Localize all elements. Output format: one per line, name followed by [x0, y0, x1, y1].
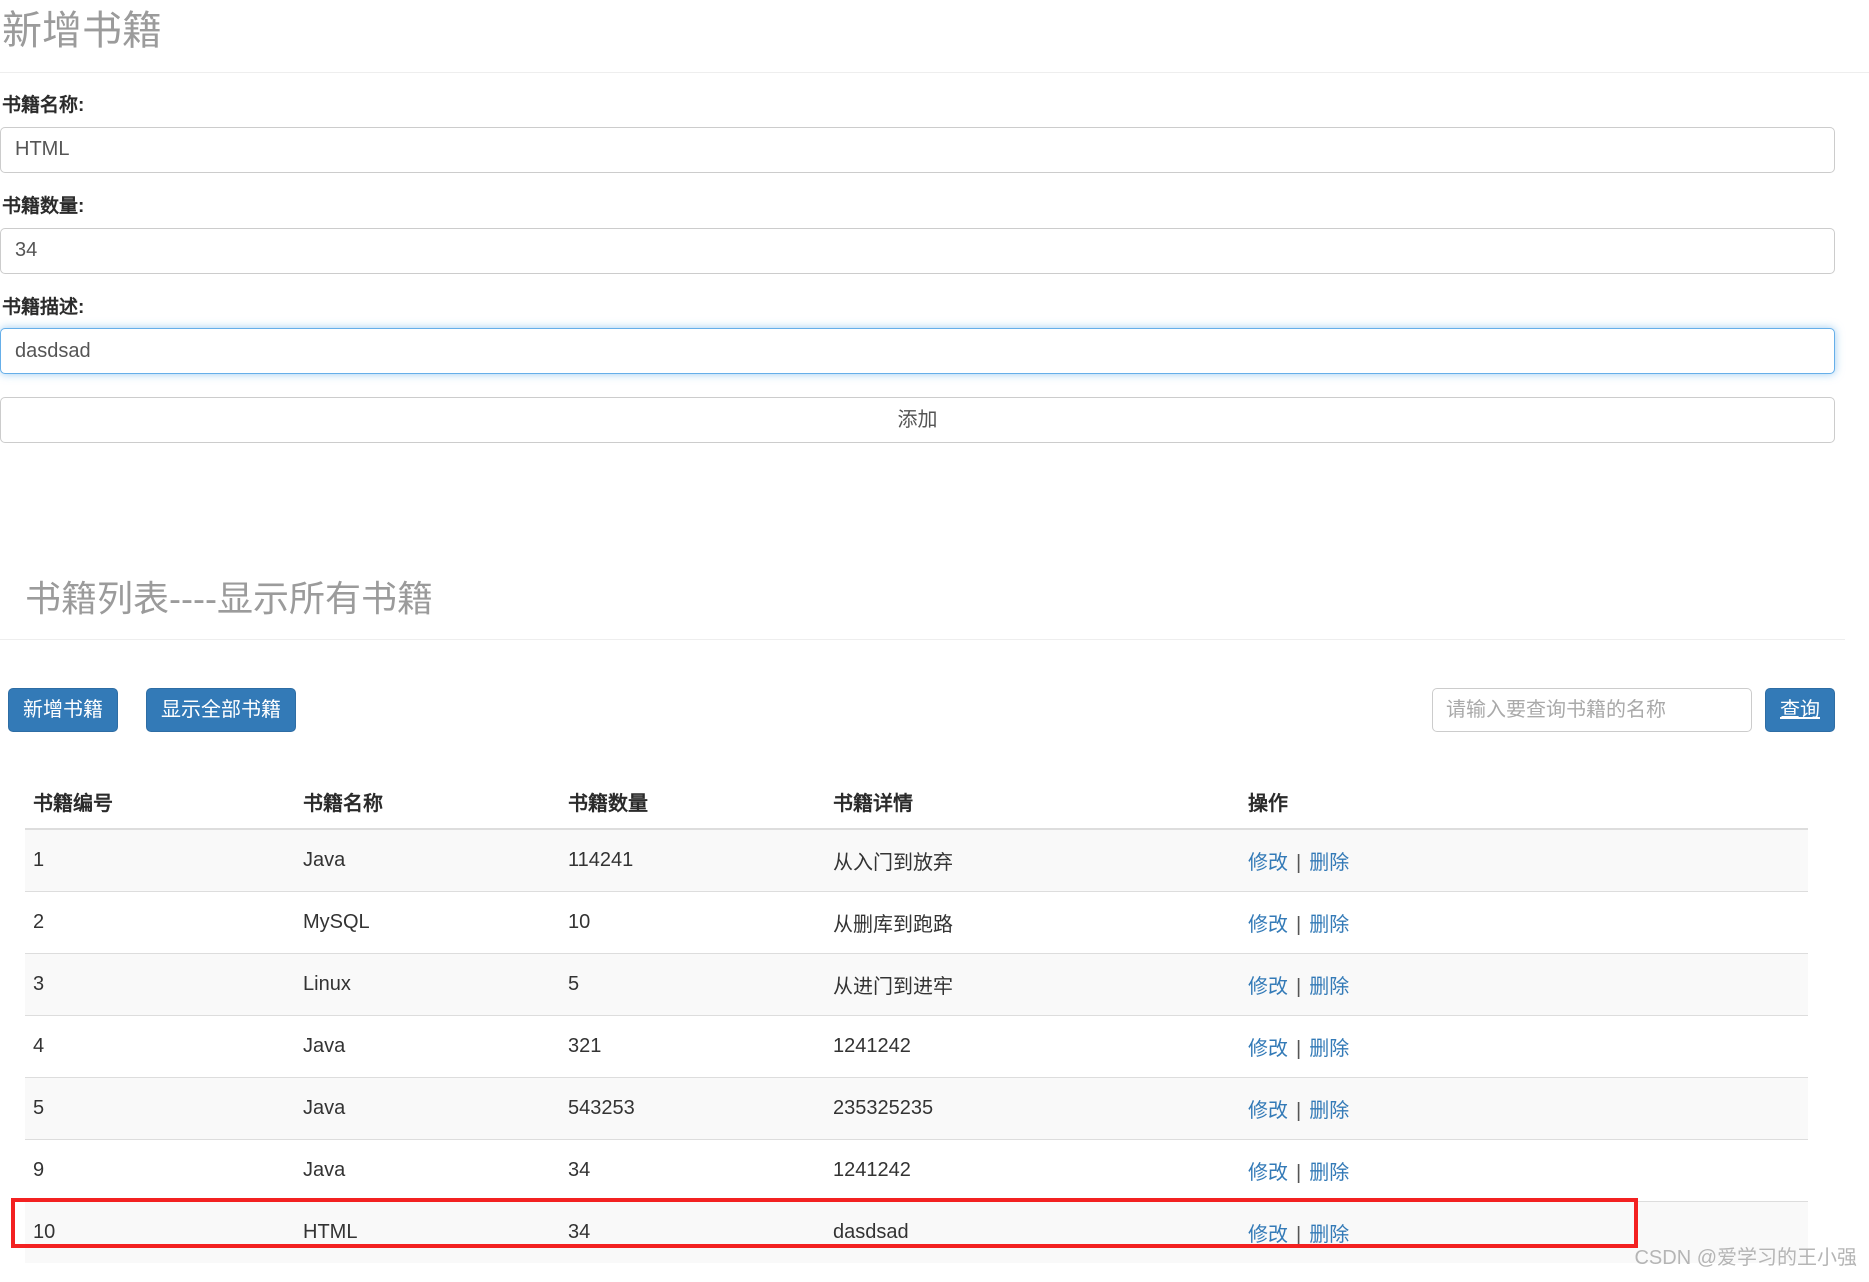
cell-operations: 修改 | 删除	[1240, 828, 1808, 892]
cell-book-name: Java	[295, 828, 560, 892]
column-header-ops: 操作	[1240, 778, 1808, 830]
add-submit-button[interactable]	[0, 397, 1835, 444]
delete-book-link[interactable]: 删除	[1309, 852, 1349, 874]
cell-book-id: 5	[25, 1077, 295, 1140]
cell-book-id: 1	[25, 828, 295, 892]
edit-book-link[interactable]: 修改	[1248, 976, 1288, 998]
cell-book-qty: 543253	[560, 1077, 825, 1140]
book-quantity-label: 书籍数量:	[2, 195, 85, 217]
delete-book-link[interactable]: 删除	[1309, 1038, 1349, 1060]
edit-book-link[interactable]: 修改	[1248, 914, 1288, 936]
operations-separator: |	[1296, 1162, 1302, 1184]
watermark: CSDN @爱学习的王小强	[1634, 1247, 1857, 1269]
search-group: 查询	[1432, 688, 1835, 732]
add-book-form: 书籍名称: 书籍数量: 书籍描述:	[0, 95, 1845, 444]
cell-book-name: MySQL	[295, 891, 560, 954]
edit-book-link[interactable]: 修改	[1248, 852, 1288, 874]
book-quantity-input[interactable]	[0, 227, 1835, 274]
table-row: 2 MySQL 10 从删库到跑路 修改 | 删除	[25, 891, 1808, 954]
operations-separator: |	[1296, 1100, 1302, 1122]
book-name-input[interactable]	[0, 126, 1835, 173]
cell-book-name: Java	[295, 1015, 560, 1078]
cell-operations: 修改 | 删除	[1240, 1015, 1808, 1078]
cell-operations: 修改 | 删除	[1240, 1139, 1808, 1202]
cell-operations: 修改 | 删除	[1240, 891, 1808, 954]
book-table-container: 书籍编号 书籍名称 书籍数量 书籍详情 操作 1 Java 114241 从入门到放弃…	[25, 778, 1808, 1263]
table-row: 10 HTML 34 dasdsad 修改 | 删除	[25, 1201, 1808, 1263]
cell-book-qty: 5	[560, 953, 825, 1016]
operations-separator: |	[1296, 1038, 1302, 1060]
book-table-head: 书籍编号 书籍名称 书籍数量 书籍详情 操作	[25, 778, 1808, 830]
cell-book-detail: 从进门到进牢	[825, 953, 1240, 1016]
delete-book-link[interactable]: 删除	[1309, 1100, 1349, 1122]
operations-separator: |	[1296, 976, 1302, 998]
edit-book-link[interactable]: 修改	[1248, 1100, 1288, 1122]
search-input[interactable]	[1432, 688, 1752, 732]
operations-separator: |	[1296, 1224, 1302, 1246]
cell-book-name: Java	[295, 1077, 560, 1140]
cell-book-detail: 235325235	[825, 1077, 1240, 1140]
delete-book-link[interactable]: 删除	[1309, 914, 1349, 936]
table-row: 3 Linux 5 从进门到进牢 修改 | 删除	[25, 953, 1808, 1016]
table-row: 4 Java 321 1241242 修改 | 删除	[25, 1015, 1808, 1078]
cell-book-id: 4	[25, 1015, 295, 1078]
show-all-books-button[interactable]: 显示全部书籍	[146, 688, 296, 732]
cell-operations: 修改 | 删除	[1240, 1077, 1808, 1140]
cell-book-detail: 1241242	[825, 1015, 1240, 1078]
add-book-button[interactable]: 新增书籍	[8, 688, 118, 732]
delete-book-link[interactable]: 删除	[1309, 1162, 1349, 1184]
page-title: 新增书籍	[2, 9, 162, 53]
table-row: 9 Java 34 1241242 修改 | 删除	[25, 1139, 1808, 1202]
table-header-row: 书籍编号 书籍名称 书籍数量 书籍详情 操作	[25, 778, 1808, 830]
cell-book-qty: 10	[560, 891, 825, 954]
book-table-body: 1 Java 114241 从入门到放弃 修改 | 删除 2 MySQL 10 从删库到跑路 修改 | 删…	[25, 828, 1808, 1263]
cell-book-name: HTML	[295, 1201, 560, 1263]
search-submit-button[interactable]: 查询	[1765, 688, 1835, 732]
cell-book-qty: 321	[560, 1015, 825, 1078]
column-header-id: 书籍编号	[25, 778, 295, 830]
delete-book-link[interactable]: 删除	[1309, 976, 1349, 998]
cell-book-detail: 1241242	[825, 1139, 1240, 1202]
column-header-name: 书籍名称	[295, 778, 560, 830]
book-list-toolbar: 新增书籍 显示全部书籍 查询	[0, 688, 1845, 758]
column-header-qty: 书籍数量	[560, 778, 825, 830]
column-header-detail: 书籍详情	[825, 778, 1240, 830]
table-row: 5 Java 543253 235325235 修改 | 删除	[25, 1077, 1808, 1140]
edit-book-link[interactable]: 修改	[1248, 1038, 1288, 1060]
cell-book-qty: 34	[560, 1201, 825, 1263]
cell-book-name: Java	[295, 1139, 560, 1202]
cell-book-id: 3	[25, 953, 295, 1016]
cell-book-detail: 从删库到跑路	[825, 891, 1240, 954]
book-list-title: 书籍列表----显示所有书籍	[25, 578, 433, 619]
book-list-header: 书籍列表----显示所有书籍	[0, 560, 1845, 641]
book-description-label: 书籍描述:	[2, 296, 85, 318]
delete-book-link[interactable]: 删除	[1309, 1224, 1349, 1246]
add-book-header: 新增书籍	[0, 0, 1869, 73]
cell-book-detail: 从入门到放弃	[825, 828, 1240, 892]
book-description-input[interactable]	[0, 328, 1835, 375]
cell-book-qty: 114241	[560, 828, 825, 892]
cell-book-detail: dasdsad	[825, 1201, 1240, 1263]
operations-separator: |	[1296, 852, 1302, 874]
cell-book-id: 10	[25, 1201, 295, 1263]
edit-book-link[interactable]: 修改	[1248, 1162, 1288, 1184]
cell-book-id: 2	[25, 891, 295, 954]
book-table: 书籍编号 书籍名称 书籍数量 书籍详情 操作 1 Java 114241 从入门到放弃…	[25, 778, 1808, 1263]
operations-separator: |	[1296, 914, 1302, 936]
cell-book-qty: 34	[560, 1139, 825, 1202]
cell-book-name: Linux	[295, 953, 560, 1016]
table-row: 1 Java 114241 从入门到放弃 修改 | 删除	[25, 828, 1808, 892]
edit-book-link[interactable]: 修改	[1248, 1224, 1288, 1246]
cell-operations: 修改 | 删除	[1240, 953, 1808, 1016]
book-name-label: 书籍名称:	[2, 95, 85, 116]
cell-book-id: 9	[25, 1139, 295, 1202]
